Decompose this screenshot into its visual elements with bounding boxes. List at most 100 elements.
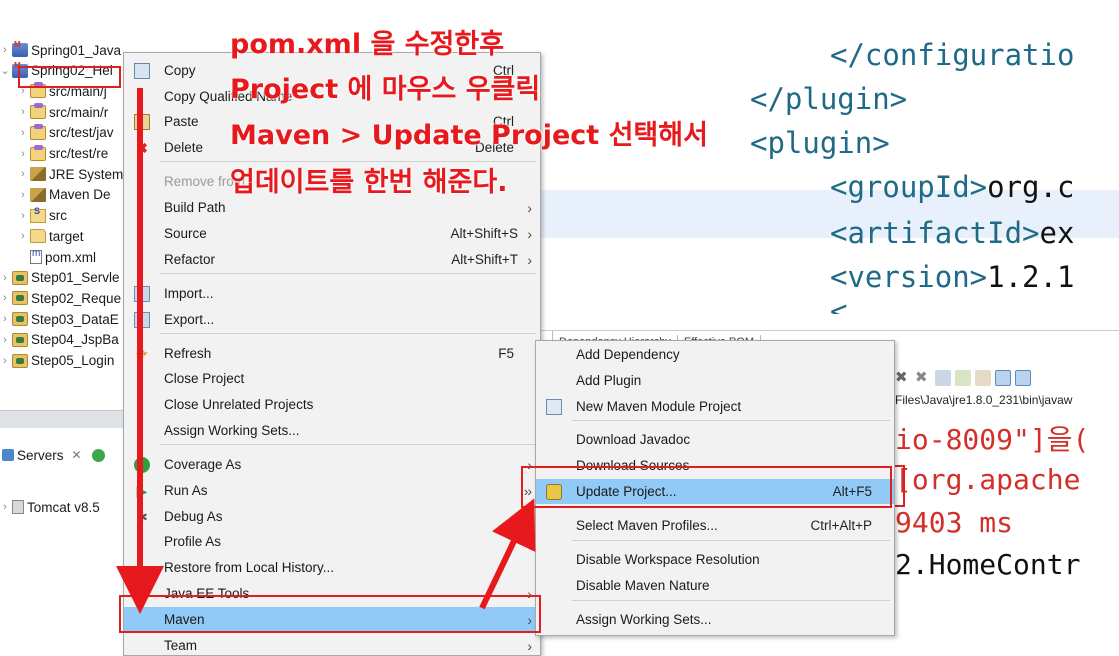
explorer-item-label: src <box>49 208 67 224</box>
maven-menu-highlight-box <box>119 595 541 633</box>
explorer-item[interactable]: pom.xml <box>18 247 96 267</box>
chevron-right-icon[interactable]: › <box>0 44 10 56</box>
maven-menu-item-download-javadoc[interactable]: Download Javadoc <box>536 427 894 452</box>
console-process-path: Files\Java\jre1.8.0_231\bin\javaw <box>895 393 1073 407</box>
menu-item-label: Import... <box>164 286 214 301</box>
menu-item-shortcut: F5 <box>498 346 514 361</box>
menu-item-restore-from-local-history[interactable]: Restore from Local History... <box>124 555 540 580</box>
xml-text: org.c <box>987 170 1075 204</box>
chevron-right-icon[interactable]: › <box>18 106 28 118</box>
menu-item-export[interactable]: Export... <box>124 307 540 332</box>
web-project-icon <box>12 312 28 327</box>
maven-menu-item-new-maven-module-project[interactable]: New Maven Module Project <box>536 394 894 419</box>
package-folder-icon <box>30 144 46 161</box>
explorer-item[interactable]: › src <box>18 206 67 226</box>
chevron-right-icon[interactable]: › <box>0 334 10 346</box>
console-line: io-8009"]을( <box>895 423 1090 456</box>
maven-menu-item-add-dependency[interactable]: Add Dependency <box>536 342 894 367</box>
menu-item-debug-as[interactable]: ✱ Debug As › <box>124 504 540 529</box>
chevron-right-icon[interactable]: › <box>18 189 28 201</box>
menu-item-label: Copy <box>164 63 196 78</box>
code-line: <version>1.2.1 <box>830 260 1074 294</box>
explorer-item[interactable]: › target <box>18 226 83 246</box>
maven-menu-item-disable-maven-nature[interactable]: Disable Maven Nature <box>536 573 894 598</box>
remove-all-launches-icon[interactable]: ✖ <box>915 370 931 386</box>
selected-project-highlight <box>18 66 121 88</box>
package-folder-icon <box>30 103 46 120</box>
explorer-item[interactable]: › Step01_Servle <box>0 268 119 288</box>
menu-item-import[interactable]: Import... <box>124 281 540 306</box>
explorer-item[interactable]: › src/main/r <box>18 102 108 122</box>
explorer-item-label: Step04_JspBa <box>31 332 119 348</box>
chevron-down-icon[interactable]: ⌄ <box>0 64 10 77</box>
explorer-item-label: src/test/re <box>49 146 109 161</box>
menu-item-profile-as[interactable]: Profile As › <box>124 529 540 554</box>
import-icon <box>134 285 150 302</box>
menu-item-label: Disable Workspace Resolution <box>576 552 760 567</box>
code-line: <plugin> <box>750 126 890 160</box>
maven-menu-item-add-plugin[interactable]: Add Plugin <box>536 368 894 393</box>
menu-item-run-as[interactable]: ▶ Run As › <box>124 478 540 503</box>
show-console-icon[interactable] <box>955 370 971 386</box>
explorer-item[interactable]: › Step05_Login <box>0 351 114 371</box>
servers-view-tab[interactable]: Servers ✕ <box>0 442 123 468</box>
pin-console-icon[interactable] <box>975 370 991 386</box>
chevron-right-icon[interactable]: › <box>0 501 10 513</box>
copy-icon <box>134 62 150 79</box>
maven-project-icon <box>12 40 28 57</box>
xml-text: ex <box>1039 216 1075 250</box>
menu-item-refresh[interactable]: ⟳ Refresh F5 <box>124 341 540 366</box>
web-project-icon <box>12 291 28 306</box>
chevron-right-icon[interactable]: › <box>18 230 28 242</box>
start-server-icon[interactable] <box>91 448 105 462</box>
chevron-right-icon[interactable]: › <box>18 127 28 139</box>
display-console-icon[interactable] <box>995 370 1011 386</box>
scroll-lock-icon[interactable] <box>935 370 951 386</box>
chevron-right-icon[interactable]: › <box>0 272 10 284</box>
open-console-icon[interactable] <box>1015 370 1031 386</box>
xml-text: 1.2.1 <box>987 260 1075 294</box>
menu-item-close-unrelated-projects[interactable]: Close Unrelated Projects <box>124 392 540 417</box>
chevron-right-icon[interactable]: › <box>18 148 28 160</box>
chevron-right-icon[interactable]: › <box>18 210 28 222</box>
servers-icon <box>2 449 14 461</box>
server-item-tomcat[interactable]: › Tomcat v8.5 <box>0 497 100 517</box>
console-line: 2.HomeContr <box>895 548 1081 581</box>
explorer-item[interactable]: › Step04_JspBa <box>0 330 119 350</box>
menu-item-team[interactable]: Team › <box>124 633 540 656</box>
maven-menu-item-select-maven-profiles[interactable]: Select Maven Profiles... Ctrl+Alt+P <box>536 513 894 538</box>
explorer-item[interactable]: › Maven De <box>18 185 110 205</box>
explorer-item[interactable]: › JRE System <box>18 164 123 184</box>
chevron-right-icon[interactable]: › <box>0 355 10 367</box>
explorer-item[interactable]: › Step02_Reque <box>0 288 121 308</box>
maven-menu-item-assign-working-sets[interactable]: Assign Working Sets... <box>536 607 894 632</box>
explorer-horizontal-scrollbar[interactable] <box>0 410 123 428</box>
menu-item-shortcut: Alt+Shift+S <box>450 226 518 241</box>
menu-item-close-project[interactable]: Close Project <box>124 366 540 391</box>
server-label: Tomcat v8.5 <box>27 499 100 515</box>
menu-item-source[interactable]: Source Alt+Shift+S › <box>124 221 540 246</box>
chevron-right-icon[interactable]: › <box>0 313 10 325</box>
explorer-item[interactable]: › src/test/re <box>18 144 108 164</box>
pom-xml-editor[interactable]: </configuratio </plugin> <plugin> <groupId>… <box>540 30 1119 315</box>
maven-menu-item-disable-workspace-resolution[interactable]: Disable Workspace Resolution <box>536 547 894 572</box>
chevron-right-icon[interactable]: › <box>18 168 28 180</box>
explorer-item[interactable]: › Step03_DataE <box>0 309 119 329</box>
library-icon <box>30 167 46 182</box>
close-icon[interactable]: ✕ <box>72 448 82 462</box>
explorer-item[interactable]: › Spring01_Java <box>0 40 121 60</box>
pom-file-icon <box>30 248 42 264</box>
menu-separator <box>572 600 890 601</box>
menu-item-refactor[interactable]: Refactor Alt+Shift+T › <box>124 247 540 272</box>
explorer-item[interactable]: › src/test/jav <box>18 123 114 143</box>
menu-item-coverage-as[interactable]: Coverage As › <box>124 452 540 477</box>
chevron-right-icon[interactable]: › <box>0 292 10 304</box>
explorer-item-label: Step05_Login <box>31 353 115 368</box>
menu-item-assign-working-sets[interactable]: Assign Working Sets... <box>124 418 540 443</box>
explorer-item-label: Step02_Reque <box>31 290 122 306</box>
debug-icon: ✱ <box>136 508 148 525</box>
update-project-highlight-box <box>521 466 892 508</box>
annotation-line-1: pom.xml 을 수정한후 <box>230 29 505 60</box>
code-line: <artifactId>ex <box>830 216 1074 250</box>
remove-launch-icon[interactable]: ✖ <box>895 370 911 386</box>
